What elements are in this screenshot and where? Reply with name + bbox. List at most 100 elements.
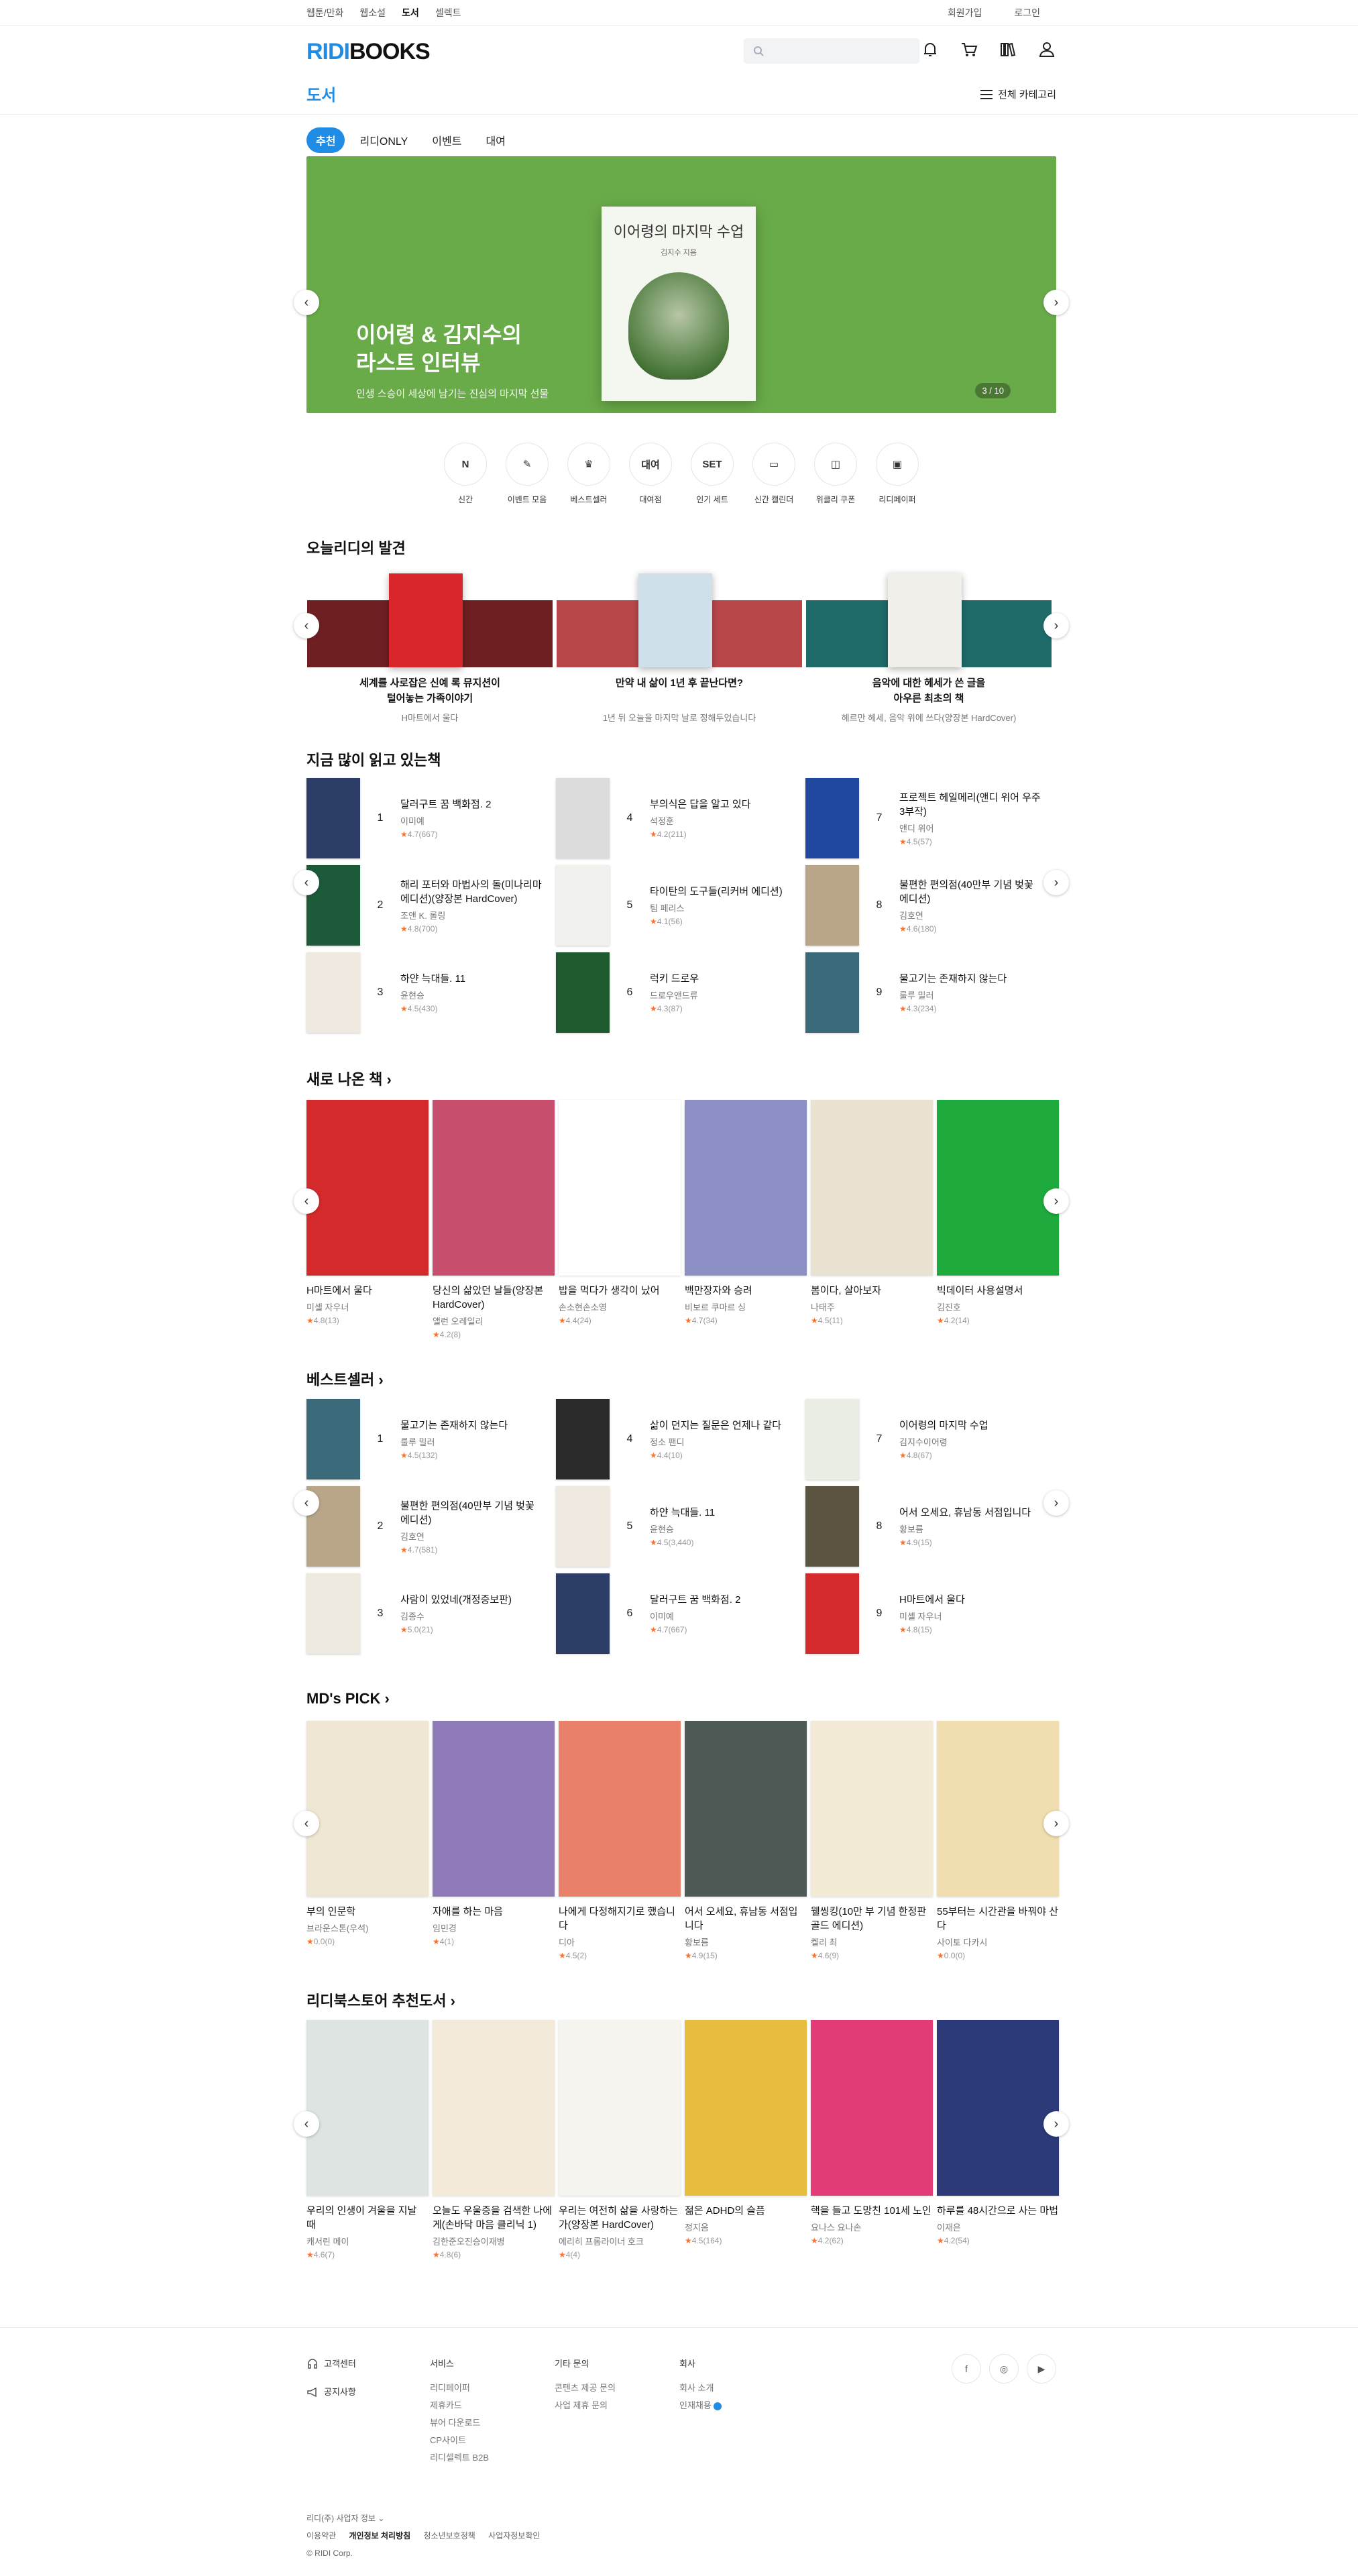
book-card[interactable]: 당신의 삶았던 날들(양장본 HardCover) 앨런 오레일리 ★4.2(8): [433, 1100, 555, 1339]
book-title[interactable]: 자애를 하는 마음: [433, 1905, 555, 1919]
rank-item[interactable]: 5 하얀 늑대들. 11 윤현승 ★4.5(3,440): [556, 1486, 805, 1567]
quick-item[interactable]: ✎ 이벤트 모음: [506, 443, 549, 505]
instagram-icon[interactable]: ◎: [989, 2354, 1019, 2384]
book-title[interactable]: 밥을 먹다가 생각이 났어: [559, 1284, 681, 1298]
footer-link[interactable]: 뷰어 다운로드: [430, 2414, 489, 2432]
book-title[interactable]: 웰씽킹(10만 부 기념 한정판 골드 에디션): [811, 1905, 933, 1933]
bell-icon[interactable]: [921, 40, 940, 59]
md-pick-title[interactable]: MD's PICK ›: [306, 1690, 1056, 1707]
quick-item[interactable]: ▭ 신간 캘린더: [752, 443, 795, 505]
book-title[interactable]: 달러구트 꿈 백화점. 2: [400, 797, 543, 811]
book-title[interactable]: 부의 인문학: [306, 1905, 429, 1919]
book-cover[interactable]: [805, 1486, 859, 1567]
book-card[interactable]: 밥을 먹다가 생각이 났어 손소현손소영 ★4.4(24): [559, 1100, 681, 1339]
book-title[interactable]: 55부터는 시간관을 바꿔야 산다: [937, 1905, 1059, 1933]
footer-link[interactable]: 리디셀렉트 B2B: [430, 2449, 489, 2467]
rank-item[interactable]: 7 프로젝트 헤일메리(앤디 위어 우주 3부작) 앤디 위어 ★4.5(57): [805, 778, 1055, 858]
book-card[interactable]: 빅데이터 사용설명서 김진호 ★4.2(14): [937, 1100, 1059, 1339]
book-title[interactable]: 이어령의 마지막 수업: [899, 1418, 1041, 1433]
book-cover[interactable]: [937, 1721, 1059, 1897]
popular-prev-button[interactable]: ‹: [294, 870, 319, 895]
book-cover[interactable]: [433, 1100, 555, 1276]
book-title[interactable]: 하얀 늑대들. 11: [650, 1506, 792, 1520]
book-card[interactable]: 하루를 48시간으로 사는 마법 이재은 ★4.2(54): [937, 2020, 1059, 2259]
rank-item[interactable]: 3 하얀 늑대들. 11 윤현승 ★4.5(430): [306, 952, 556, 1033]
book-cover[interactable]: [805, 778, 859, 858]
book-cover[interactable]: [811, 2020, 933, 2196]
book-card[interactable]: H마트에서 울다 미셸 자우너 ★4.8(13): [306, 1100, 429, 1339]
tab-ridionly[interactable]: 리디ONLY: [350, 127, 417, 153]
discovery-book-cover[interactable]: [638, 573, 712, 667]
book-card[interactable]: 오늘도 우울증을 검색한 나에게(손바닥 마음 클리닉 1) 김한준오진승이재병 ★…: [433, 2020, 555, 2259]
quick-item[interactable]: 대여 대여점: [629, 443, 672, 505]
ridi-pick-next-button[interactable]: ›: [1043, 2111, 1069, 2137]
book-card[interactable]: 나에게 다정해지기로 했습니다 디아 ★4.5(2): [559, 1721, 681, 1960]
book-card[interactable]: 우리는 여전히 삶을 사랑하는가(양장본 HardCover) 에리히 프롬라이너…: [559, 2020, 681, 2259]
footer-link[interactable]: 인재채용: [679, 2397, 722, 2414]
discovery-card[interactable]: 세계를 사로잡은 신예 록 뮤지션이 털어놓는 가족이야기 H마트에서 울다: [307, 573, 553, 723]
book-cover[interactable]: [811, 1721, 933, 1897]
youtube-icon[interactable]: ▶: [1027, 2354, 1056, 2384]
tab-event[interactable]: 이벤트: [422, 127, 471, 153]
book-cover[interactable]: [306, 1721, 429, 1897]
book-cover[interactable]: [556, 865, 610, 946]
book-title[interactable]: 타이탄의 도구들(리커버 에디션): [650, 885, 792, 899]
banner-prev-button[interactable]: ‹: [294, 290, 319, 315]
tab-recommend[interactable]: 추천: [306, 127, 345, 153]
book-title[interactable]: 백만장자와 승려: [685, 1284, 807, 1298]
book-cover[interactable]: [306, 1100, 429, 1276]
rank-item[interactable]: 7 이어령의 마지막 수업 김지수이어령 ★4.8(67): [805, 1399, 1055, 1479]
facebook-icon[interactable]: f: [952, 2354, 981, 2384]
book-card[interactable]: 젊은 ADHD의 슬픔 정지음 ★4.5(164): [685, 2020, 807, 2259]
md-pick-prev-button[interactable]: ‹: [294, 1811, 319, 1836]
topnav-books[interactable]: 도서: [402, 6, 419, 19]
book-cover[interactable]: [306, 1399, 360, 1479]
book-card[interactable]: 자애를 하는 마음 임민경 ★4(1): [433, 1721, 555, 1960]
book-cover[interactable]: [556, 1399, 610, 1479]
book-title[interactable]: 우리는 여전히 삶을 사랑하는가(양장본 HardCover): [559, 2204, 681, 2232]
footer-link[interactable]: 리디페이퍼: [430, 2379, 489, 2397]
book-title[interactable]: H마트에서 울다: [899, 1593, 1041, 1607]
book-cover[interactable]: [559, 2020, 681, 2196]
book-cover[interactable]: [306, 2020, 429, 2196]
book-title[interactable]: 물고기는 존재하지 않는다: [899, 972, 1041, 986]
book-cover[interactable]: [937, 1100, 1059, 1276]
book-title[interactable]: 빅데이터 사용설명서: [937, 1284, 1059, 1298]
book-cover[interactable]: [556, 1573, 610, 1654]
quick-item[interactable]: ♛ 베스트셀러: [567, 443, 610, 505]
book-card[interactable]: 우리의 인생이 겨울을 지날 때 캐서린 메이 ★4.6(7): [306, 2020, 429, 2259]
quick-item[interactable]: ◫ 위클리 쿠폰: [814, 443, 857, 505]
cart-icon[interactable]: [960, 40, 978, 59]
new-books-title[interactable]: 새로 나온 책 ›: [306, 1068, 1056, 1089]
search-input[interactable]: [744, 38, 919, 64]
book-title[interactable]: 당신의 삶았던 날들(양장본 HardCover): [433, 1284, 555, 1312]
book-cover[interactable]: [556, 1486, 610, 1567]
rank-item[interactable]: 2 불편한 편의점(40만부 기념 벚꽃 에디션) 김호연 ★4.7(581): [306, 1486, 556, 1567]
book-cover[interactable]: [685, 1721, 807, 1897]
rank-item[interactable]: 1 달러구트 꿈 백화점. 2 이미예 ★4.7(667): [306, 778, 556, 858]
book-card[interactable]: 핵을 들고 도망친 101세 노인 요나스 요나손 ★4.2(62): [811, 2020, 933, 2259]
notice-link[interactable]: 공지사항: [306, 2384, 356, 2401]
book-cover[interactable]: [556, 778, 610, 858]
user-icon[interactable]: [1037, 40, 1056, 59]
ridi-pick-title[interactable]: 리디북스토어 추천도서 ›: [306, 1989, 1056, 2011]
rank-item[interactable]: 4 부의식은 답을 알고 있다 석정훈 ★4.2(211): [556, 778, 805, 858]
book-title[interactable]: 하루를 48시간으로 사는 마법: [937, 2204, 1059, 2218]
book-cover[interactable]: [811, 1100, 933, 1276]
book-card[interactable]: 봄이다, 살아보자 나태주 ★4.5(11): [811, 1100, 933, 1339]
rank-item[interactable]: 9 H마트에서 울다 미셸 자우너 ★4.8(15): [805, 1573, 1055, 1654]
topnav-webnovel[interactable]: 웹소설: [359, 6, 386, 19]
discovery-book-cover[interactable]: [389, 573, 463, 667]
rank-item[interactable]: 6 럭키 드로우 드로우앤드류 ★4.3(87): [556, 952, 805, 1033]
book-card[interactable]: 부의 인문학 브라운스톤(우석) ★0.0(0): [306, 1721, 429, 1960]
login-link[interactable]: 로그인: [1014, 6, 1040, 19]
business-check-link[interactable]: 사업자정보확인: [488, 2531, 540, 2540]
footer-link[interactable]: 제휴카드: [430, 2397, 489, 2414]
book-title[interactable]: 삶이 던지는 질문은 언제나 같다: [650, 1418, 792, 1433]
new-books-prev-button[interactable]: ‹: [294, 1188, 319, 1214]
bestseller-next-button[interactable]: ›: [1043, 1490, 1069, 1516]
quick-item[interactable]: N 신간: [444, 443, 487, 505]
book-title[interactable]: 나에게 다정해지기로 했습니다: [559, 1905, 681, 1933]
book-title[interactable]: 부의식은 답을 알고 있다: [650, 797, 792, 811]
book-title[interactable]: 젊은 ADHD의 슬픔: [685, 2204, 807, 2218]
